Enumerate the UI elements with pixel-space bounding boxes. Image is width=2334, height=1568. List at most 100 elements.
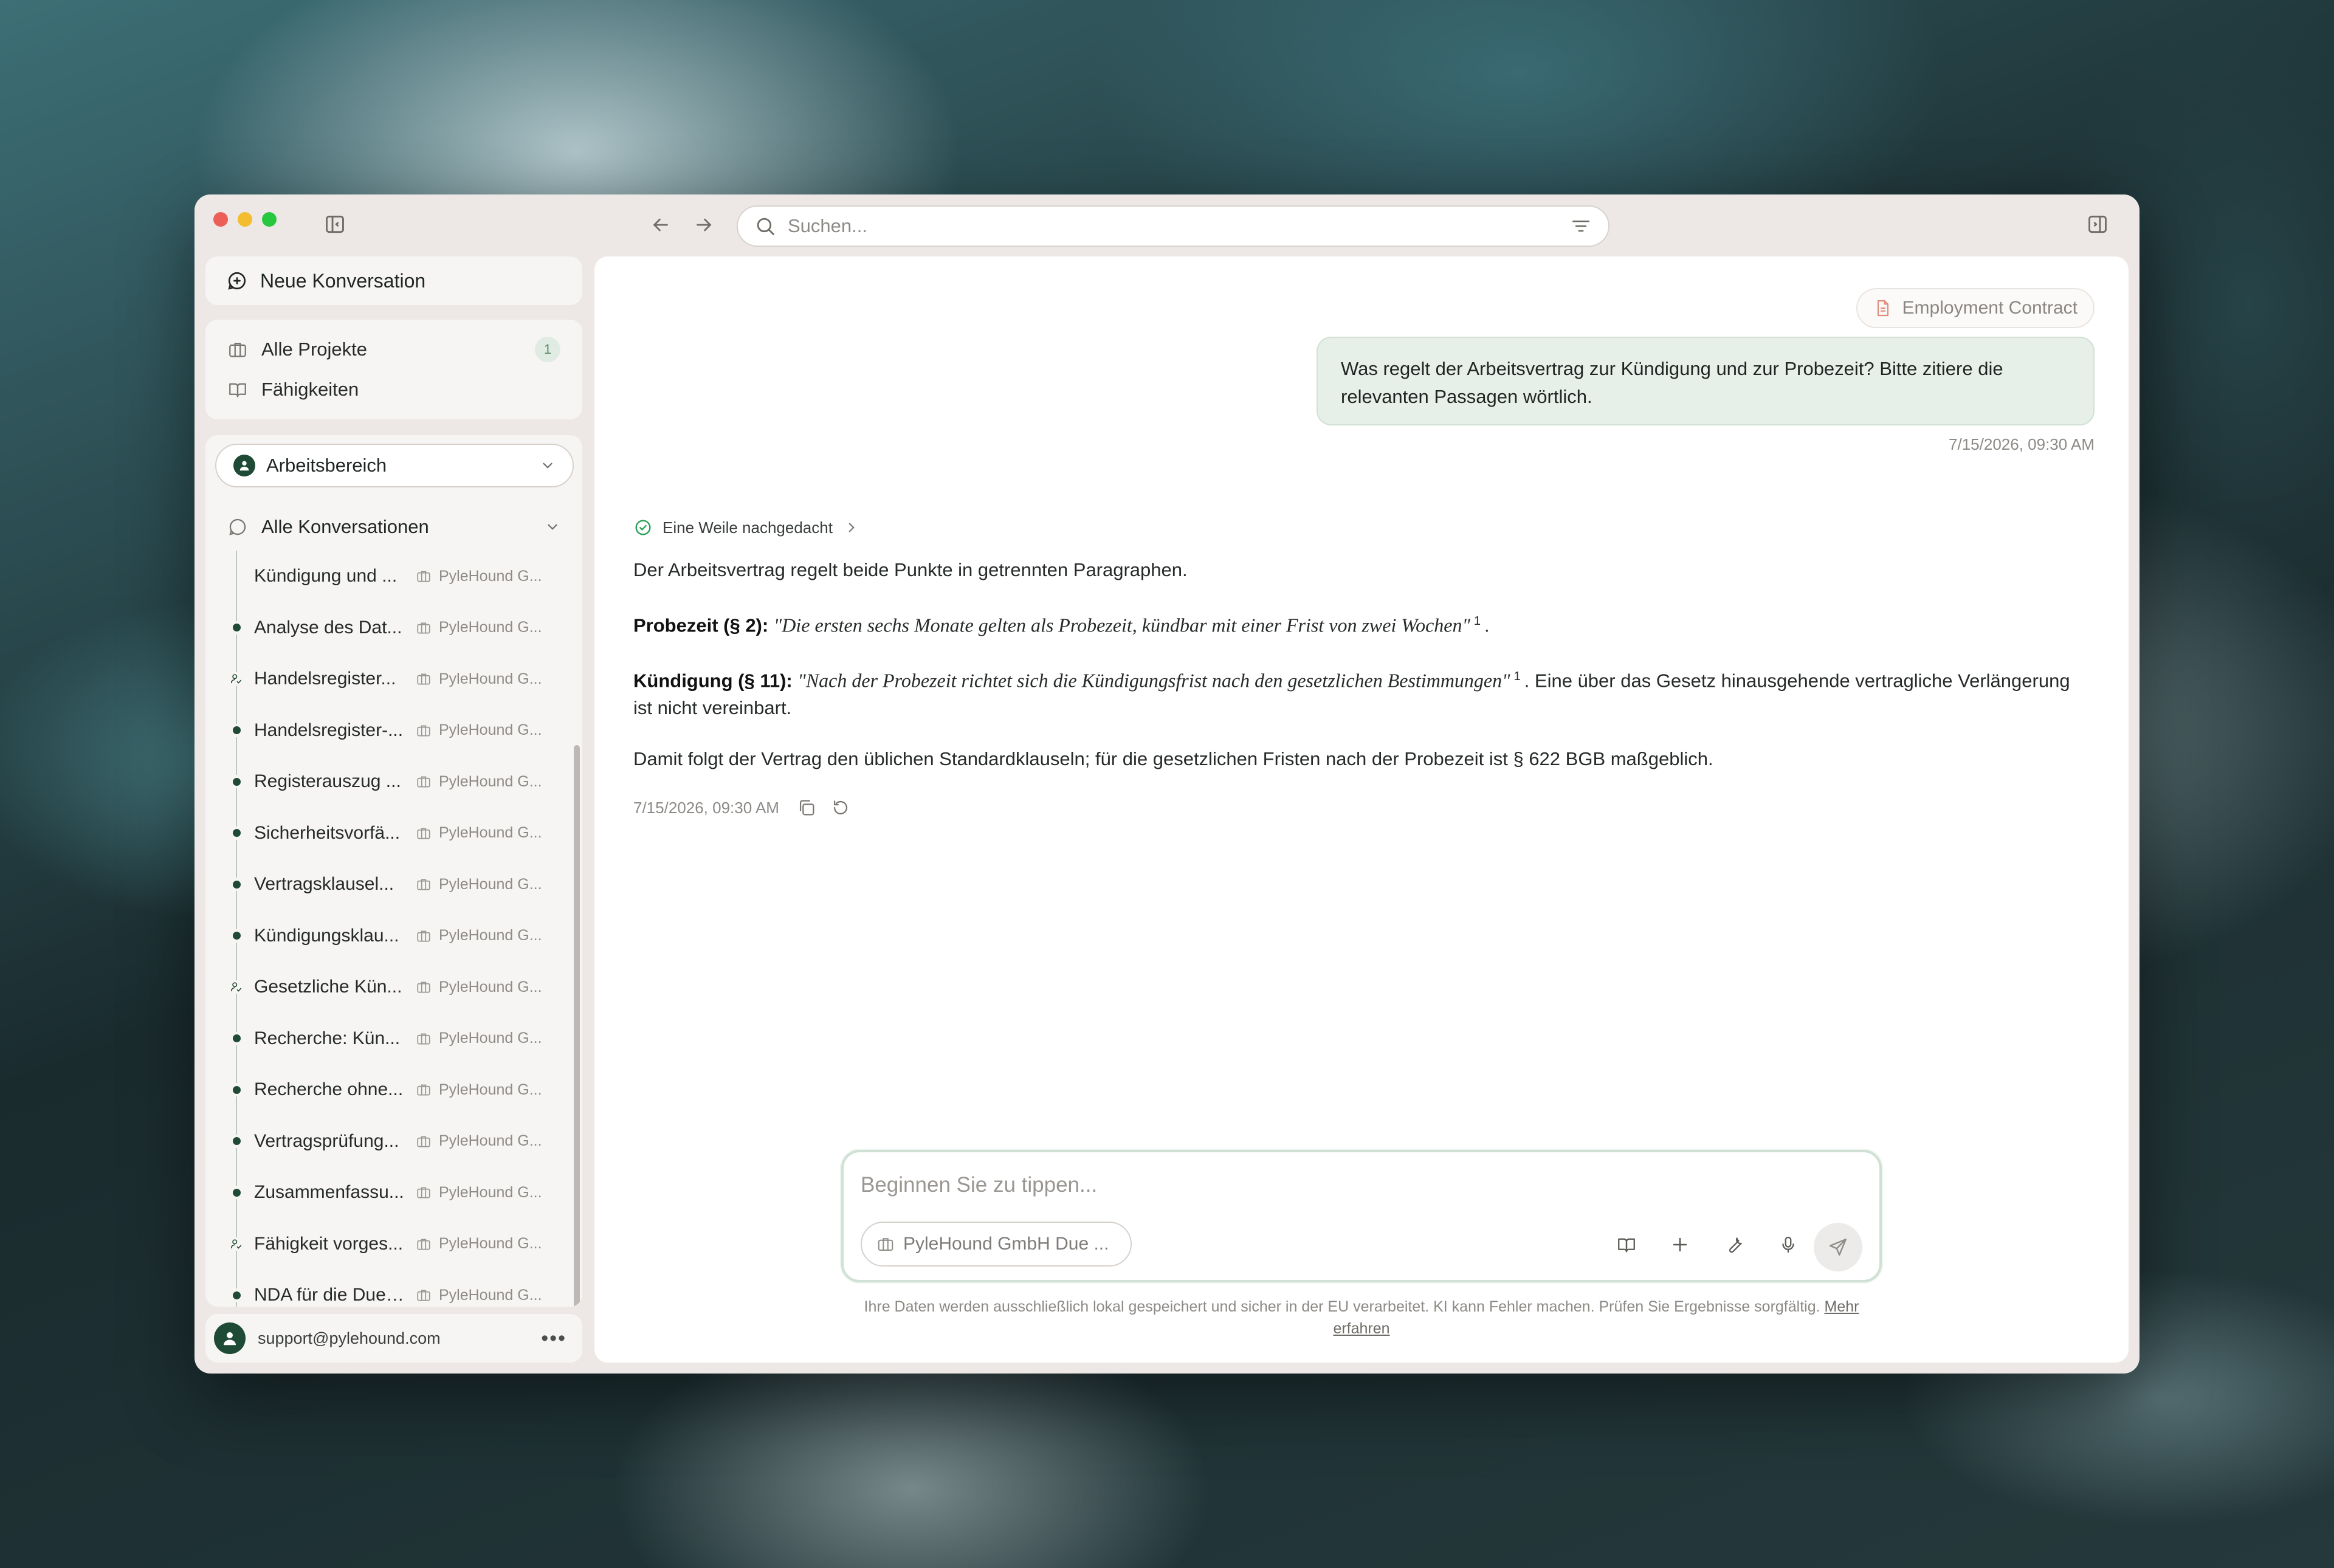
briefcase-icon (417, 571, 430, 582)
user-account[interactable]: support@pylehound.com ••• (205, 1314, 582, 1363)
user-check-icon (230, 982, 242, 992)
timeline-dot (230, 929, 243, 943)
briefcase-icon (229, 342, 246, 357)
conversation-item[interactable]: Gesetzliche Kün... PyleHound G... (205, 961, 570, 1013)
conversation-title: Handelsregister-... (254, 720, 404, 740)
back-arrow-icon[interactable] (650, 214, 672, 236)
projects-count-badge: 1 (535, 337, 560, 362)
sidebar-item-all-projects[interactable]: Alle Projekte 1 (205, 329, 582, 370)
answer-kuendigung: Kündigung (§ 11): "Nach der Probezeit ri… (633, 663, 2092, 721)
citation-marker[interactable]: 1 (1514, 670, 1521, 683)
timeline-dot (230, 621, 243, 634)
conversation-item[interactable]: Analyse des Dat... PyleHound G... (205, 602, 570, 654)
thinking-label: Eine Weile nachgedacht (663, 518, 833, 537)
minimize-window-button[interactable] (238, 212, 252, 227)
conversation-item[interactable]: Vertragsklausel... PyleHound G... (205, 859, 570, 910)
conversation-item[interactable]: Recherche ohne... PyleHound G... (205, 1064, 570, 1116)
add-icon[interactable] (1664, 1229, 1696, 1260)
timeline-dot (230, 826, 243, 840)
zoom-window-button[interactable] (262, 212, 277, 227)
briefcase-icon (878, 1238, 893, 1251)
probezeit-label: Probezeit (§ 2): (633, 614, 769, 636)
send-button[interactable] (1814, 1223, 1862, 1271)
message-composer[interactable]: Beginnen Sie zu tippen... PyleHound GmbH… (841, 1150, 1882, 1282)
search-input[interactable]: Suchen... (788, 215, 1569, 237)
conversation-project: PyleHound G... (416, 1287, 549, 1304)
conversation-title: Vertragsprüfung... (254, 1130, 399, 1151)
briefcase-icon (417, 1033, 430, 1045)
conversation-item[interactable]: Recherche: Kün... PyleHound G... (205, 1013, 570, 1065)
conversation-project-label: PyleHound G... (439, 1183, 542, 1201)
conversation-item[interactable]: NDA für die Due ... PyleHound G... (205, 1270, 570, 1307)
briefcase-icon (417, 776, 430, 788)
user-check-marker (230, 980, 243, 994)
more-options-icon[interactable]: ••• (541, 1327, 566, 1350)
attachment-chip[interactable]: Employment Contract (1856, 288, 2095, 328)
conversation-project: PyleHound G... (416, 824, 549, 842)
regenerate-icon[interactable] (830, 797, 851, 818)
all-conversations-toggle[interactable]: Alle Konversationen (205, 507, 582, 547)
conversation-project: PyleHound G... (416, 1184, 549, 1202)
kuendigung-label: Kündigung (§ 11): (633, 670, 793, 692)
message-input[interactable]: Beginnen Sie zu tippen... (861, 1173, 1097, 1197)
probezeit-after: . (1484, 614, 1490, 636)
search-bar[interactable]: Suchen... (737, 205, 1609, 247)
briefcase-icon (417, 1136, 430, 1147)
project-pill-label: PyleHound GmbH Due ... (903, 1234, 1109, 1254)
close-window-button[interactable] (213, 212, 228, 227)
conversation-item[interactable]: Handelsregister-... PyleHound G... (205, 705, 570, 757)
briefcase-icon (417, 622, 430, 634)
conversation-project: PyleHound G... (416, 568, 549, 585)
forward-arrow-icon[interactable] (693, 214, 715, 236)
project-selector[interactable]: PyleHound GmbH Due ... (861, 1222, 1132, 1267)
citation-marker[interactable]: 1 (1474, 614, 1481, 628)
conversation-title: Sicherheitsvorfä... (254, 822, 401, 843)
briefcase-icon (417, 673, 430, 685)
copy-icon[interactable] (796, 797, 817, 818)
conversation-item[interactable]: Handelsregister... PyleHound G... (205, 653, 570, 705)
workspace-select[interactable]: Arbeitsbereich (215, 444, 574, 487)
conversation-item[interactable]: Registerauszug ... PyleHound G... (205, 756, 570, 808)
conversation-project-label: PyleHound G... (439, 875, 542, 893)
conversation-project: PyleHound G... (416, 773, 549, 791)
briefcase-icon (417, 828, 430, 839)
timeline-dot (230, 1288, 243, 1302)
conversation-project: PyleHound G... (416, 619, 549, 636)
conversation-scrollbar[interactable] (574, 745, 580, 1307)
timeline-dot (230, 1186, 243, 1200)
briefcase-icon (417, 725, 430, 737)
conversation-item[interactable]: Kündigung und ... PyleHound G... (205, 551, 570, 602)
conversation-item[interactable]: Vertragsprüfung... PyleHound G... (205, 1116, 570, 1167)
conversation-project-label: PyleHound G... (439, 978, 542, 995)
all-projects-label: Alle Projekte (261, 339, 368, 360)
user-avatar (214, 1322, 246, 1354)
toggle-right-panel-icon[interactable] (2086, 213, 2109, 236)
check-circle-icon (635, 520, 651, 535)
answer-conclusion: Damit folgt der Vertrag den üblichen Sta… (633, 748, 1713, 769)
conversation-title: Handelsregister... (254, 669, 396, 689)
briefcase-icon (417, 1084, 430, 1096)
filter-icon[interactable] (1569, 215, 1592, 238)
chat-panel: Employment Contract Was regelt der Arbei… (594, 256, 2129, 1363)
sidebar-item-skills[interactable]: Fähigkeiten (205, 370, 582, 410)
conversation-list: Kündigung und ... PyleHound G... Analyse d… (205, 551, 570, 1307)
conversation-project: PyleHound G... (416, 1081, 549, 1099)
conversation-project-label: PyleHound G... (439, 824, 542, 842)
conversation-item[interactable]: Zusammenfassu... PyleHound G... (205, 1167, 570, 1219)
conversation-project: PyleHound G... (416, 670, 549, 688)
microphone-icon[interactable] (1772, 1229, 1804, 1260)
conversation-title: Fähigkeit vorges... (254, 1233, 404, 1254)
conversation-item[interactable]: Fähigkeit vorges... PyleHound G... (205, 1219, 570, 1270)
knowledge-book-icon[interactable] (1611, 1229, 1642, 1260)
conversation-item[interactable]: Kündigungsklau... PyleHound G... (205, 910, 570, 962)
conversation-project-label: PyleHound G... (439, 670, 542, 687)
conversation-item[interactable]: Sicherheitsvorfä... PyleHound G... (205, 808, 570, 859)
user-email: support@pylehound.com (258, 1329, 441, 1347)
wrench-icon[interactable] (1719, 1229, 1750, 1260)
conversation-project-label: PyleHound G... (439, 721, 542, 739)
disclaimer-text: Ihre Daten werden ausschließlich lokal g… (864, 1298, 1820, 1315)
thinking-indicator[interactable]: Eine Weile nachgedacht (633, 518, 859, 537)
new-conversation-label: Neue Konversation (260, 269, 426, 292)
toggle-sidebar-icon[interactable] (323, 213, 346, 236)
new-conversation-button[interactable]: Neue Konversation (205, 256, 582, 305)
